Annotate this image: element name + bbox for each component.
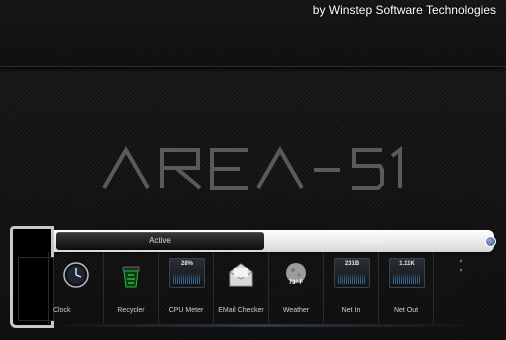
dock: Active Inactive Clock Recycler 28% CPU M…: [8, 226, 498, 328]
cpu-meter-icon: 28%: [169, 258, 205, 288]
dock-item-label: Recycler: [117, 307, 145, 314]
tab-inactive[interactable]: Inactive: [272, 232, 472, 250]
net-out-value: 1.11K: [399, 261, 415, 267]
dock-item-label: CPU Meter: [168, 307, 204, 314]
weather-temperature: 73° F: [288, 280, 304, 286]
cpu-meter-graph: [173, 273, 201, 284]
clock-icon: [63, 262, 89, 288]
dock-item-weather[interactable]: 73° F Weather: [268, 252, 323, 324]
dock-item-cpu-meter[interactable]: 28% CPU Meter: [158, 252, 213, 324]
dock-scroll-arrows[interactable]: ▴ ▾: [456, 256, 466, 286]
dock-item-clock[interactable]: Clock: [48, 252, 103, 324]
cpu-meter-value: 28%: [180, 261, 193, 267]
dock-items: Clock Recycler 28% CPU Meter EMail Check…: [48, 252, 468, 324]
dock-item-email-checker[interactable]: EMail Checker: [213, 252, 268, 324]
dock-item-label: EMail Checker: [218, 307, 264, 314]
top-band: by Winstep Software Technologies: [0, 0, 506, 67]
scroll-down-icon[interactable]: ▾: [456, 266, 466, 276]
tab-active[interactable]: Active: [56, 232, 264, 250]
net-out-meter-icon: 1.11K: [389, 258, 425, 288]
dock-item-label: Weather: [282, 307, 310, 314]
dock-tab-bar: Active Inactive: [22, 230, 496, 252]
dock-reflection: [48, 324, 478, 327]
scroll-up-icon[interactable]: ▴: [456, 256, 466, 266]
net-in-meter-icon: 231B: [334, 258, 370, 288]
dock-item-label: Clock: [53, 307, 71, 314]
dock-item-net-in[interactable]: 231B Net In: [323, 252, 378, 324]
net-in-graph: [338, 273, 366, 284]
dock-item-net-out[interactable]: 1.11K Net Out: [378, 252, 434, 324]
mail-envelope-icon: [229, 263, 253, 287]
dock-item-label: Net Out: [393, 307, 419, 314]
recycle-bin-icon: [122, 266, 140, 288]
net-in-value: 231B: [344, 261, 360, 267]
right-knob-icon: [485, 236, 496, 247]
net-out-graph: [393, 273, 421, 284]
desktop: by Winstep Software Technologies Active …: [0, 0, 506, 340]
dock-item-label: Net In: [341, 307, 361, 314]
area-51-logo: [102, 146, 402, 190]
dock-item-recycler[interactable]: Recycler: [103, 252, 158, 324]
credit-text: by Winstep Software Technologies: [312, 3, 496, 17]
